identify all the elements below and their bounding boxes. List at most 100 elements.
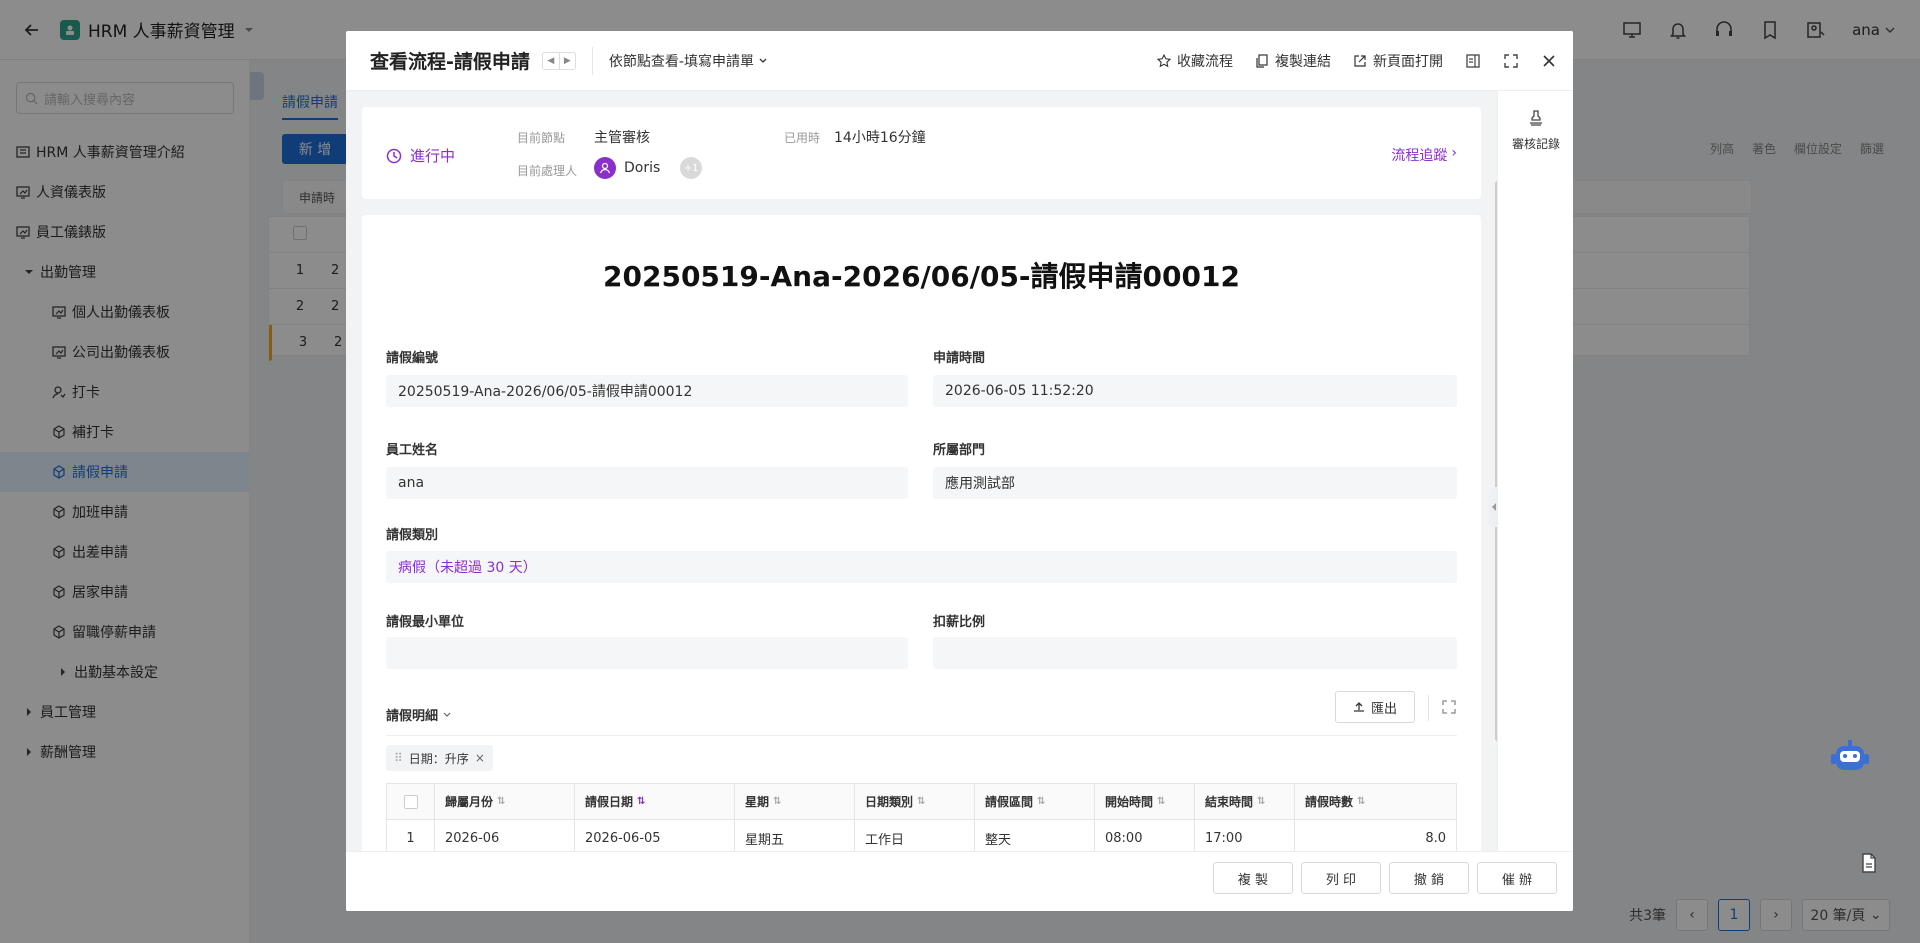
- favorite-button[interactable]: 收藏流程: [1157, 51, 1233, 71]
- deduct-field: [933, 637, 1457, 669]
- sort-icon: ⇅: [637, 796, 646, 807]
- handler-label: 目前處理人: [517, 164, 578, 178]
- sort-icon: ⇅: [1257, 796, 1266, 807]
- trace-link-label: 流程追蹤: [1391, 148, 1448, 164]
- column-header[interactable]: 歸屬月份 ⇅: [435, 784, 575, 819]
- leave-type-field: 病假（未超過 30 天）: [386, 551, 1457, 583]
- copy-link-label: 複製連結: [1275, 54, 1331, 70]
- leave-type-label: 請假類別: [386, 528, 439, 543]
- table-header: 歸屬月份 ⇅ 請假日期 ⇅ 星期 ⇅ 日期類別 ⇅ 請假區間 ⇅ 開始時間 ⇅ 結束時間 ⇅ …: [387, 784, 1456, 820]
- detail-table: 歸屬月份 ⇅ 請假日期 ⇅ 星期 ⇅ 日期類別 ⇅ 請假區間 ⇅ 開始時間 ⇅ 結束時間 ⇅ …: [386, 783, 1457, 857]
- detail-section-toggle[interactable]: 請假明細: [386, 705, 452, 724]
- document-title: 20250519-Ana-2026/06/05-請假申請00012: [603, 260, 1240, 293]
- export-button[interactable]: 匯出: [1335, 691, 1415, 723]
- review-rail: 審核記錄: [1497, 91, 1573, 851]
- status-label: 進行中: [410, 147, 456, 165]
- open-new-page-button[interactable]: 新頁面打開: [1353, 51, 1443, 71]
- record-nav: ◀ ▶: [541, 51, 576, 70]
- current-node-label: 目前節點: [517, 131, 566, 145]
- export-label: 匯出: [1370, 701, 1397, 717]
- document-icon[interactable]: [1858, 852, 1880, 874]
- trace-link[interactable]: 流程追蹤 ›: [1391, 145, 1457, 165]
- urge-button[interactable]: 催 辦: [1477, 862, 1557, 894]
- column-label: 日期類別: [865, 795, 914, 809]
- employee-value: ana: [398, 475, 425, 491]
- handler-group: Doris +1: [594, 157, 703, 179]
- column-header[interactable]: 日期類別 ⇅: [855, 784, 975, 819]
- more-handlers-badge[interactable]: +1: [680, 157, 703, 179]
- handler-name: Doris: [624, 160, 661, 176]
- sort-icon: ⇅: [917, 796, 926, 807]
- column-header[interactable]: 星期 ⇅: [735, 784, 855, 819]
- chevron-right-icon: ›: [1451, 145, 1457, 161]
- sort-icon: ⇅: [497, 796, 506, 807]
- column-label: 星期: [745, 795, 770, 809]
- fullscreen-icon[interactable]: [1503, 53, 1519, 69]
- chevron-down-icon: [759, 58, 767, 63]
- sort-icon: ⇅: [773, 796, 782, 807]
- revoke-button[interactable]: 撤 銷: [1389, 862, 1469, 894]
- column-header[interactable]: 結束時間 ⇅: [1195, 784, 1295, 819]
- robot-assistant-icon[interactable]: [1828, 736, 1872, 780]
- apply-time-field: 2026-06-05 11:52:20: [933, 375, 1457, 407]
- divider: [1428, 695, 1429, 721]
- column-header[interactable]: 請假日期 ⇅: [575, 784, 735, 819]
- employee-field: ana: [386, 467, 908, 499]
- print-button[interactable]: 列 印: [1301, 862, 1381, 894]
- chevron-down-icon: [443, 712, 451, 717]
- leave-no-label: 請假編號: [386, 351, 439, 366]
- employee-label: 員工姓名: [386, 443, 439, 458]
- close-icon[interactable]: ×: [475, 751, 485, 765]
- status-badge: 進行中: [386, 145, 455, 166]
- dept-value: 應用測試部: [945, 476, 1015, 492]
- elapsed-label: 已用時: [784, 131, 821, 145]
- column-label: 結束時間: [1205, 795, 1254, 809]
- workflow-modal: 查看流程-請假申請 ◀ ▶ 依節點查看-填寫申請單 收藏流程 複製連結 新頁面打…: [346, 31, 1573, 911]
- divider: [591, 46, 593, 75]
- column-label: 請假日期: [585, 795, 634, 809]
- apply-time-value: 2026-06-05 11:52:20: [945, 383, 1094, 399]
- view-mode-select[interactable]: 依節點查看-填寫申請單: [609, 51, 768, 71]
- modal-footer: 複 製 列 印 撤 銷 催 辦: [346, 851, 1573, 911]
- expand-icon[interactable]: [1441, 699, 1457, 715]
- dept-field: 應用測試部: [933, 467, 1457, 499]
- open-new-page-label: 新頁面打開: [1373, 54, 1443, 70]
- status-card: 進行中 目前節點 主管審核 已用時 14小時16分鐘 目前處理人 Doris +…: [362, 107, 1481, 199]
- column-label: 歸屬月份: [445, 795, 494, 809]
- copy-icon: [1256, 54, 1268, 68]
- avatar: [594, 157, 616, 179]
- column-header[interactable]: 開始時間 ⇅: [1095, 784, 1195, 819]
- close-icon[interactable]: [1541, 53, 1557, 69]
- column-label: 請假區間: [985, 795, 1034, 809]
- panel-toggle-icon[interactable]: [1465, 53, 1481, 69]
- current-node-value: 主管審核: [594, 130, 650, 146]
- dept-label: 所屬部門: [933, 443, 986, 458]
- prev-record-button[interactable]: ◀: [543, 53, 559, 69]
- copy-button[interactable]: 複 製: [1213, 862, 1293, 894]
- copy-link-button[interactable]: 複製連結: [1255, 51, 1331, 71]
- column-label: 請假時數: [1305, 795, 1354, 809]
- detail-title: 請假明細: [386, 709, 439, 724]
- min-unit-field: [386, 637, 908, 669]
- upload-icon: [1353, 702, 1364, 712]
- favorite-label: 收藏流程: [1177, 54, 1233, 70]
- drag-handle-icon[interactable]: ⠿: [394, 751, 403, 765]
- view-mode-label: 依節點查看-填寫申請單: [608, 53, 754, 70]
- next-record-button[interactable]: ▶: [558, 52, 575, 69]
- leave-no-field: 20250519-Ana-2026/06/05-請假申請00012: [386, 375, 908, 407]
- clock-icon: [386, 148, 402, 163]
- review-records-label: 審核記錄: [1511, 137, 1560, 151]
- external-link-icon: [1354, 55, 1366, 67]
- column-header[interactable]: 請假時數 ⇅: [1295, 784, 1456, 819]
- sort-icon: ⇅: [1037, 796, 1046, 807]
- deduct-label: 扣薪比例: [933, 615, 986, 630]
- select-all-checkbox[interactable]: [403, 794, 418, 809]
- modal-header: 查看流程-請假申請 ◀ ▶ 依節點查看-填寫申請單 收藏流程 複製連結 新頁面打…: [346, 31, 1573, 91]
- modal-body: 進行中 目前節點 主管審核 已用時 14小時16分鐘 目前處理人 Doris +…: [346, 91, 1497, 891]
- sort-icon: ⇅: [1357, 796, 1366, 807]
- form-card: 20250519-Ana-2026/06/05-請假申請00012 請假編號 2…: [362, 215, 1481, 891]
- star-icon: [1157, 54, 1171, 68]
- sort-tag-label: 日期：升序: [408, 751, 469, 766]
- column-header[interactable]: 請假區間 ⇅: [975, 784, 1095, 819]
- review-records-button[interactable]: 審核記錄: [1498, 109, 1573, 152]
